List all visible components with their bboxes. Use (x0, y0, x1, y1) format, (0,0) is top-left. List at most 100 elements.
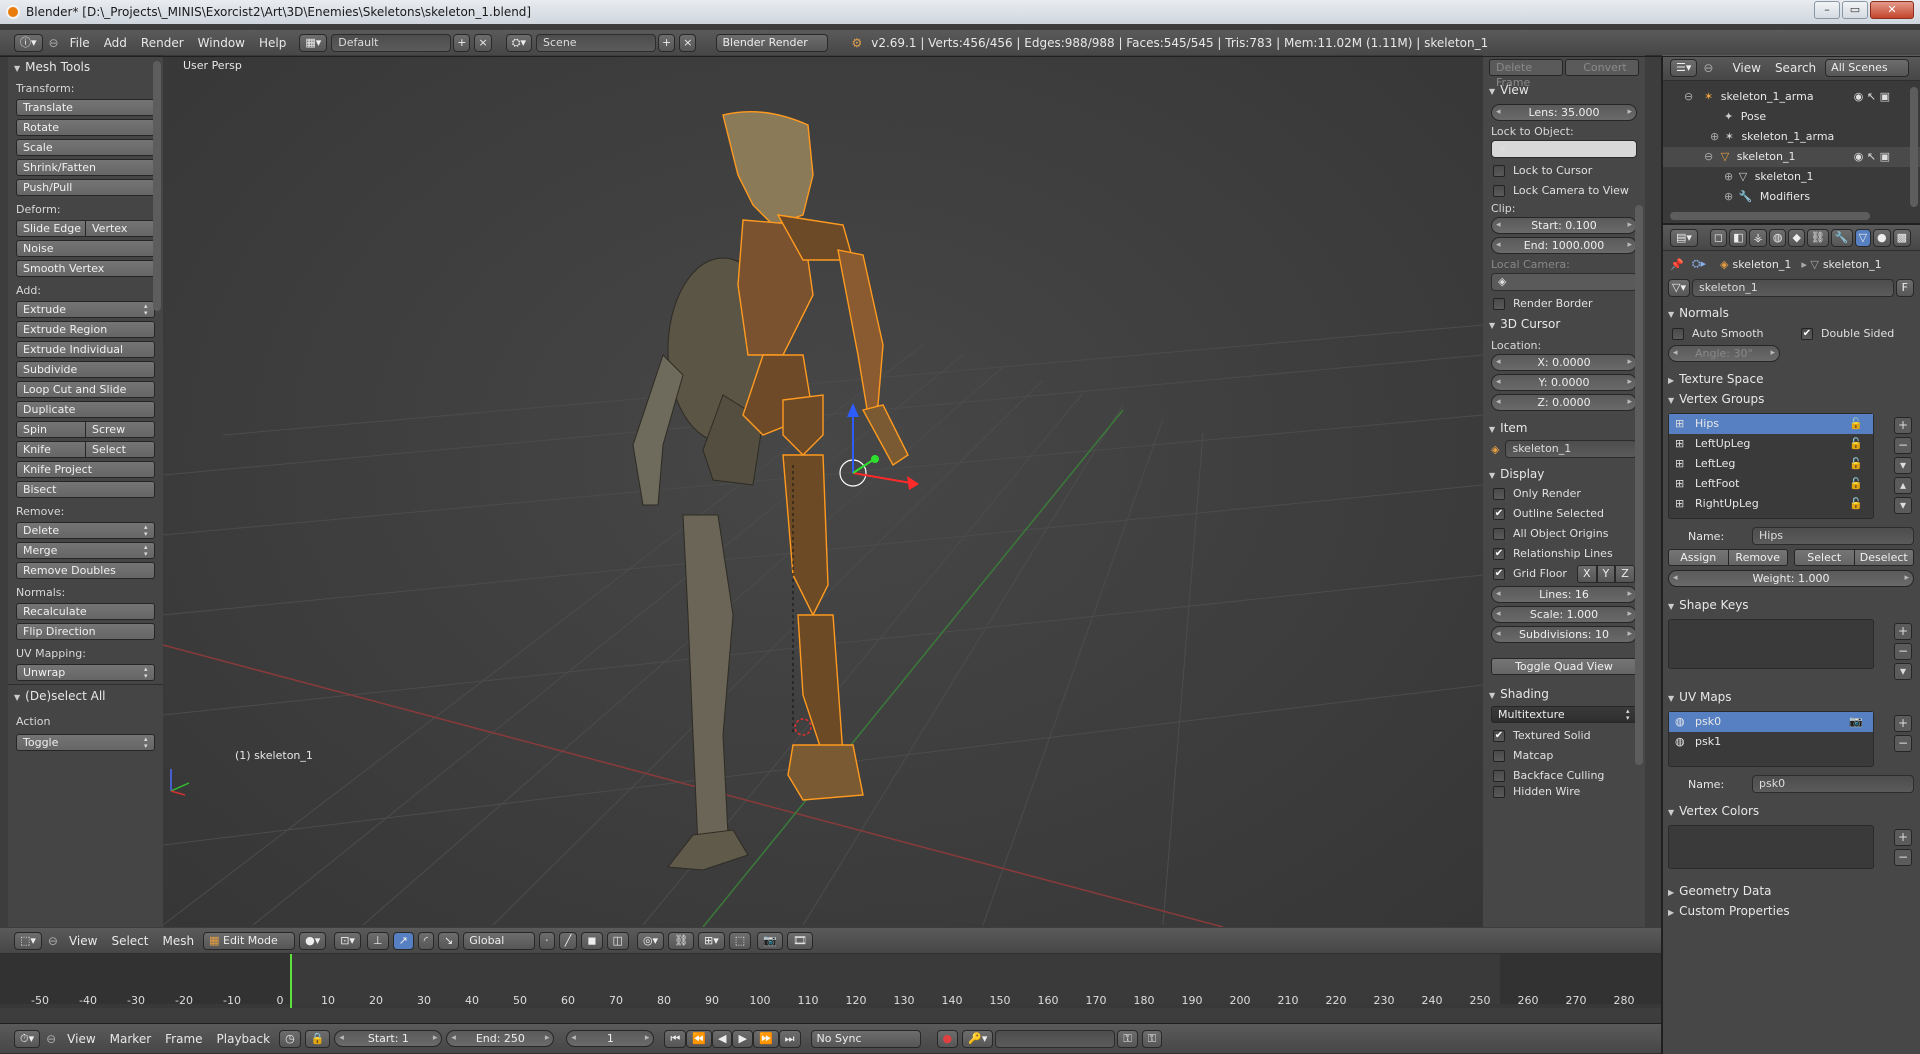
outliner-row-armature-data[interactable]: ⊕ ✶ skeleton_1_arma (1662, 127, 1920, 147)
expand-icon[interactable]: ⊖ (1684, 87, 1693, 107)
select-button[interactable]: Select (1794, 549, 1855, 566)
vertex-groups-panel-header[interactable]: Vertex Groups (1662, 389, 1920, 409)
minimize-button[interactable]: – (1814, 1, 1840, 19)
item-panel-header[interactable]: Item (1483, 418, 1645, 438)
extrude-individual-button[interactable]: Extrude Individual (16, 341, 155, 358)
loop-cut-button[interactable]: Loop Cut and Slide (16, 381, 155, 398)
auto-smooth-checkbox[interactable]: Auto Smooth (1662, 324, 1791, 344)
outliner-h-scrollbar[interactable] (1670, 212, 1870, 220)
cursor-y-field[interactable]: Y: 0.0000 (1491, 374, 1637, 391)
textured-solid-checkbox[interactable]: ✔ Textured Solid (1483, 726, 1645, 746)
relationship-lines-checkbox[interactable]: ✔ Relationship Lines (1483, 544, 1645, 564)
timeline-frame-menu[interactable]: Frame (158, 1032, 209, 1046)
menu-file[interactable]: File (63, 36, 97, 50)
play-reverse-icon[interactable]: ◀ (712, 1029, 733, 1048)
visibility-icons[interactable]: ◉ ↖ ▣ (1854, 147, 1890, 167)
mesh-name-field[interactable]: skeleton_1 (1691, 279, 1894, 297)
collapse-menu-icon[interactable]: ⊖ (45, 36, 63, 50)
lock-icon[interactable]: 🔓 (1849, 434, 1863, 454)
backface-culling-checkbox[interactable]: Backface Culling (1483, 766, 1645, 786)
spin-button[interactable]: Spin (16, 421, 86, 438)
remove-uv-map-icon[interactable]: − (1894, 735, 1912, 752)
vertex-group-item[interactable]: ⊞ Hips 🔓 (1669, 414, 1873, 434)
mesh-browse-icon[interactable]: ▽▾ (1668, 279, 1690, 297)
rotate-manipulator-icon[interactable]: ◜ (417, 931, 435, 950)
info-editor-type-icon[interactable]: ⓘ▾ (14, 33, 43, 52)
pin-icon[interactable]: 📌 (1670, 258, 1684, 271)
timeline-editor[interactable]: -50 -40 -30 -20 -10 0 10 20 30 40 50 60 70 80 90 100 110… (0, 954, 1662, 1008)
remove-shape-key-icon[interactable]: − (1894, 643, 1912, 660)
extrude-dropdown[interactable]: Extrude (16, 301, 155, 318)
grid-lines-field[interactable]: Lines: 16 (1491, 586, 1637, 603)
outline-selected-checkbox[interactable]: ✔ Outline Selected (1483, 504, 1645, 524)
manipulator-toggle-icon[interactable]: ⊥ (366, 931, 389, 950)
clip-start-field[interactable]: Start: 0.100 (1491, 217, 1637, 234)
noise-button[interactable]: Noise (16, 240, 155, 257)
end-frame-field[interactable]: End: 250 (446, 1030, 555, 1047)
interaction-mode-select[interactable]: ▦ Edit Mode (203, 931, 296, 950)
play-icon[interactable]: ▶ (732, 1029, 753, 1048)
lock-camera-checkbox[interactable]: Lock Camera to View (1483, 181, 1645, 201)
constraints-tab-icon[interactable]: ⛓ (1806, 228, 1829, 247)
record-icon[interactable]: ● (936, 1029, 959, 1048)
action-dropdown[interactable]: Toggle (16, 734, 155, 751)
tool-shelf-scrollbar[interactable] (153, 61, 161, 311)
scale-button[interactable]: Scale (16, 139, 155, 156)
mesh-tools-header[interactable]: Mesh Tools (8, 57, 163, 77)
data-tab-icon[interactable]: ▽ (1854, 228, 1872, 247)
properties-editor-type-icon[interactable]: ▤▾ (1670, 228, 1698, 247)
insert-keyframe-icon[interactable]: ⚿ (1117, 1029, 1138, 1048)
knife-project-button[interactable]: Knife Project (16, 461, 155, 478)
outliner-row-armature[interactable]: ⊖ ✶ skeleton_1_arma ◉ ↖ ▣ (1662, 87, 1920, 107)
limit-selection-icon[interactable]: ◫ (606, 931, 629, 950)
translate-manipulator-icon[interactable]: ↗ (392, 931, 414, 950)
jump-prev-key-icon[interactable]: ⏪ (686, 1029, 712, 1048)
area-separator[interactable] (1662, 223, 1920, 225)
layers-tab-icon[interactable]: ◧ (1729, 228, 1748, 247)
viewport-shading-select[interactable]: ●▾ (299, 931, 327, 950)
uv-map-item[interactable]: ◍ psk1 (1669, 732, 1873, 752)
timeline-view-menu[interactable]: View (60, 1032, 102, 1046)
remove-scene-icon[interactable]: × (679, 33, 697, 52)
fake-user-button[interactable]: F (1895, 279, 1914, 297)
render-tab-icon[interactable]: ◻ (1709, 228, 1728, 247)
shading-mode-dropdown[interactable]: Multitexture (1491, 706, 1637, 723)
outliner-row-pose[interactable]: ✦ Pose (1662, 107, 1920, 127)
shape-key-specials-icon[interactable]: ▾ (1894, 663, 1912, 680)
local-camera-field[interactable]: ◈ (1491, 273, 1637, 291)
visibility-icons[interactable]: ◉ ↖ ▣ (1854, 87, 1890, 107)
keying-set-icon[interactable]: 🔑▾ (962, 1029, 994, 1048)
uv-maps-panel-header[interactable]: UV Maps (1662, 687, 1920, 707)
bisect-button[interactable]: Bisect (16, 481, 155, 498)
pivot-point-select[interactable]: ⊡▾ (334, 931, 361, 950)
weight-field[interactable]: Weight: 1.000 (1668, 570, 1914, 587)
add-layout-icon[interactable]: + (453, 33, 471, 52)
lock-object-field[interactable]: ◈ (1491, 140, 1637, 158)
only-render-checkbox[interactable]: Only Render (1483, 484, 1645, 504)
remove-vertex-color-icon[interactable]: − (1894, 849, 1912, 866)
object-tab-icon[interactable]: ◆ (1788, 228, 1805, 247)
shading-panel-header[interactable]: Shading (1483, 684, 1645, 704)
push-pull-button[interactable]: Push/Pull (16, 179, 155, 196)
clip-end-field[interactable]: End: 1000.000 (1491, 237, 1637, 254)
snap-element-icon[interactable]: ⊞▾ (698, 931, 725, 950)
vertex-group-item[interactable]: ⊞ LeftLeg 🔓 (1669, 454, 1873, 474)
subdivide-button[interactable]: Subdivide (16, 361, 155, 378)
move-up-icon[interactable]: ▴ (1894, 477, 1912, 494)
sync-mode-select[interactable]: No Sync (810, 1029, 921, 1048)
normals-panel-header[interactable]: Normals (1662, 303, 1920, 323)
lock-icon[interactable]: 🔓 (1849, 474, 1863, 494)
scene-tab-icon[interactable]: ⚶ (1749, 228, 1767, 247)
grid-subdivisions-field[interactable]: Subdivisions: 10 (1491, 626, 1637, 643)
area-separator[interactable] (0, 56, 1920, 57)
grid-axis-z[interactable]: Z (1615, 565, 1635, 583)
translate-button[interactable]: Translate (16, 99, 155, 116)
grid-scale-field[interactable]: Scale: 1.000 (1491, 606, 1637, 623)
outliner-search-menu[interactable]: Search (1768, 61, 1823, 75)
remove-doubles-button[interactable]: Remove Doubles (16, 562, 155, 579)
uv-map-item[interactable]: ◍ psk0 📷 (1669, 712, 1873, 732)
remove-button[interactable]: Remove (1728, 549, 1788, 566)
lock-icon[interactable]: 🔓 (1849, 454, 1863, 474)
add-scene-icon[interactable]: + (658, 33, 676, 52)
material-tab-icon[interactable]: ● (1873, 228, 1891, 247)
